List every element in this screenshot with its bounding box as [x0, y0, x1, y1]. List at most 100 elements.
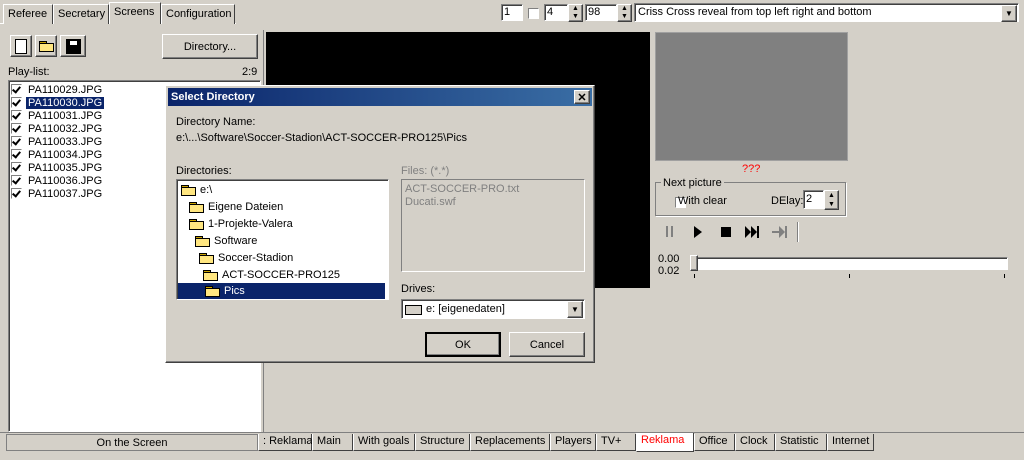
playlist-item-label: PA110031.JPG: [28, 109, 103, 122]
tree-item[interactable]: Software: [195, 233, 257, 249]
tab-statistic[interactable]: Statistic: [775, 434, 827, 451]
files-label: Files: (*.*): [401, 165, 450, 177]
folder-open-icon: [203, 269, 218, 281]
tree-item[interactable]: 1-Projekte-Valera: [189, 216, 293, 232]
new-file-button[interactable]: [10, 35, 32, 57]
folder-open-icon: [181, 184, 196, 196]
progress-thumb[interactable]: [690, 255, 698, 271]
tree-item[interactable]: Eigene Dateien: [189, 199, 283, 215]
tab-office[interactable]: Office: [694, 434, 735, 451]
new-file-icon: [15, 38, 27, 54]
step-icon[interactable]: [772, 226, 788, 238]
stop-icon[interactable]: [721, 227, 731, 237]
ok-button[interactable]: OK: [425, 332, 501, 357]
tab-secretary[interactable]: Secretary: [53, 4, 109, 24]
top-checkbox[interactable]: [528, 7, 539, 19]
playlist-item-label: PA110029.JPG: [28, 83, 103, 96]
tab-reklama-prefix[interactable]: : Reklama: [258, 434, 313, 451]
folder-open-icon: [205, 285, 220, 297]
time-current: 0.00: [658, 253, 680, 265]
percent-spinner[interactable]: ▲ ▼: [617, 4, 632, 22]
tree-item-selected[interactable]: Pics: [178, 283, 385, 299]
pause-icon[interactable]: [665, 226, 675, 237]
file-item: ACT-SOCCER-PRO.txt: [405, 183, 520, 195]
preview-caption: ???: [742, 163, 761, 175]
tree-item-label: Eigene Dateien: [208, 201, 284, 213]
tree-item[interactable]: Soccer-Stadion: [199, 250, 293, 266]
cancel-button[interactable]: Cancel: [509, 332, 585, 357]
drive-icon: [405, 305, 422, 315]
tab-screens[interactable]: Screens: [109, 2, 161, 24]
close-icon[interactable]: ✕: [574, 90, 590, 104]
checkbox-icon[interactable]: [11, 175, 22, 186]
next-track-icon[interactable]: [745, 226, 761, 238]
playlist-counter: 2:9: [242, 66, 258, 78]
playlist-item-label: PA110033.JPG: [28, 135, 103, 148]
folder-open-icon: [189, 218, 204, 230]
start-input[interactable]: 1: [501, 4, 523, 21]
playlist-item[interactable]: PA110032.JPG: [11, 122, 104, 135]
play-icon[interactable]: [694, 226, 702, 238]
count-spinner[interactable]: ▲ ▼: [568, 4, 583, 22]
playlist-item-label: PA110032.JPG: [28, 122, 103, 135]
playlist-item[interactable]: PA110036.JPG: [11, 174, 104, 187]
files-list: ACT-SOCCER-PRO.txt Ducati.swf: [401, 179, 585, 272]
open-folder-button[interactable]: [35, 35, 57, 57]
tab-structure[interactable]: Structure: [415, 434, 470, 451]
delay-input[interactable]: 2: [803, 190, 824, 209]
tab-clock[interactable]: Clock: [735, 434, 775, 451]
tab-tv-plus[interactable]: TV+: [596, 434, 636, 451]
tab-internet[interactable]: Internet: [827, 434, 874, 451]
transition-select[interactable]: Criss Cross reveal from top left right a…: [634, 3, 1019, 22]
playlist-item[interactable]: PA110033.JPG: [11, 135, 104, 148]
tab-reklama[interactable]: Reklama: [636, 433, 694, 452]
checkbox-icon[interactable]: [11, 162, 22, 173]
tree-item[interactable]: ACT-SOCCER-PRO125: [203, 267, 340, 283]
tab-referee[interactable]: Referee: [3, 4, 53, 24]
drive-value: e: [eigenedaten]: [426, 303, 505, 315]
next-picture-label: Next picture: [661, 177, 724, 189]
save-icon: [65, 38, 81, 54]
chevron-down-icon[interactable]: ▼: [1001, 5, 1017, 22]
progress-tick: [694, 274, 695, 278]
tab-main[interactable]: Main: [312, 434, 353, 451]
checkbox-icon[interactable]: [11, 136, 22, 147]
count-input[interactable]: 4: [544, 4, 568, 21]
tab-with-goals[interactable]: With goals: [353, 434, 415, 451]
tab-configuration[interactable]: Configuration: [161, 4, 235, 24]
percent-input[interactable]: 98: [585, 4, 617, 21]
save-button[interactable]: [60, 35, 86, 57]
playlist-item[interactable]: PA110035.JPG: [11, 161, 104, 174]
checkbox-icon[interactable]: [11, 110, 22, 121]
playlist-item[interactable]: PA110029.JPG: [11, 83, 104, 96]
delay-label: DElay:: [771, 195, 804, 207]
transition-value: Criss Cross reveal from top left right a…: [638, 6, 872, 18]
dialog-title-bar: Select Directory ✕: [168, 88, 592, 106]
chevron-down-icon[interactable]: ▼: [567, 301, 583, 318]
time-total: 0.02: [658, 265, 680, 277]
folder-open-icon: [195, 235, 210, 247]
playlist-item[interactable]: PA110034.JPG: [11, 148, 104, 161]
drives-select[interactable]: e: [eigenedaten] ▼: [401, 299, 585, 319]
file-item: Ducati.swf: [405, 196, 456, 208]
progress-track[interactable]: [690, 257, 1008, 270]
checkbox-icon[interactable]: [11, 84, 22, 95]
playlist-item[interactable]: PA110037.JPG: [11, 187, 104, 200]
tab-players[interactable]: Players: [550, 434, 596, 451]
with-clear-label: With clear: [678, 195, 727, 207]
playlist-item-label: PA110030.JPG: [26, 96, 105, 109]
checkbox-icon[interactable]: [11, 97, 22, 108]
directory-button[interactable]: Directory...: [162, 34, 258, 59]
dir-name-value: e:\...\Software\Soccer-Stadion\ACT-SOCCE…: [176, 132, 467, 144]
playlist-item[interactable]: PA110031.JPG: [11, 109, 104, 122]
select-directory-dialog: Select Directory ✕ Directory Name: e:\..…: [165, 85, 595, 363]
directory-tree[interactable]: e:\ Eigene Dateien 1-Projekte-Valera Sof…: [176, 179, 389, 300]
checkbox-icon[interactable]: [11, 123, 22, 134]
delay-spinner[interactable]: ▲ ▼: [824, 190, 839, 210]
checkbox-icon[interactable]: [11, 188, 22, 199]
folder-open-icon: [199, 252, 214, 264]
checkbox-icon[interactable]: [11, 149, 22, 160]
tree-item-drive[interactable]: e:\: [181, 182, 212, 198]
tab-replacements[interactable]: Replacements: [470, 434, 550, 451]
playlist-item[interactable]: PA110030.JPG: [11, 96, 105, 109]
